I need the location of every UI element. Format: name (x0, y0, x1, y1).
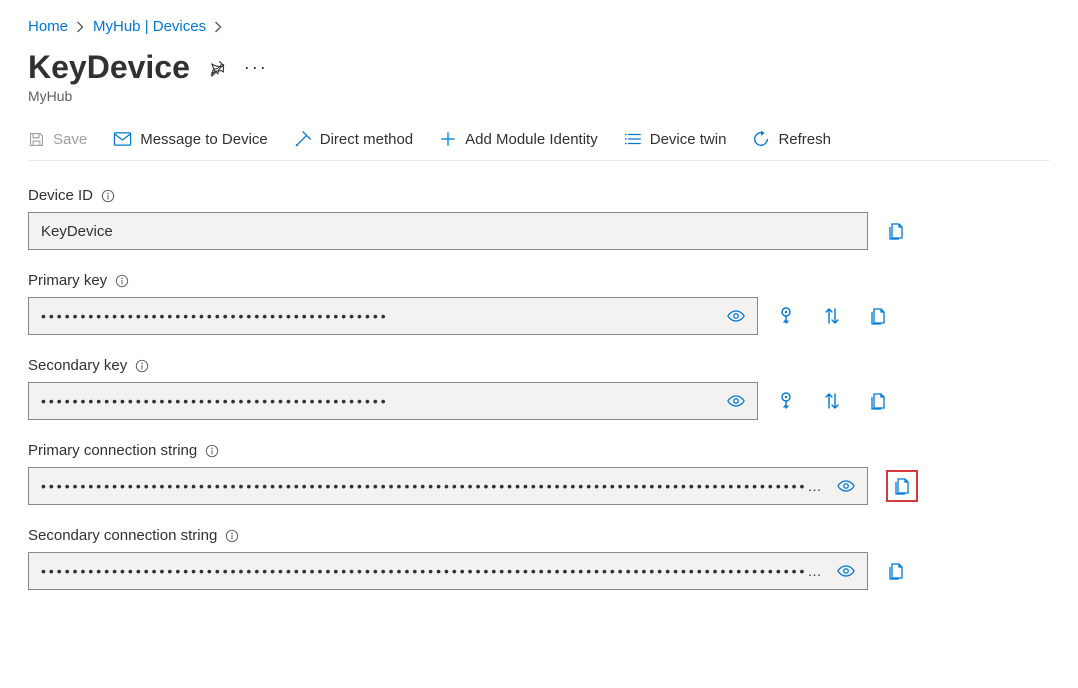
primary-key-label: Primary key (28, 272, 107, 289)
info-icon[interactable] (115, 274, 129, 288)
secondary-connection-string-field: Secondary connection string ••••••••••••… (28, 527, 948, 590)
direct-method-label: Direct method (320, 131, 413, 148)
pin-icon[interactable] (208, 59, 226, 77)
device-twin-button[interactable]: Device twin (624, 131, 727, 148)
info-icon[interactable] (205, 444, 219, 458)
breadcrumb-hub-devices[interactable]: MyHub | Devices (93, 18, 206, 35)
copy-icon[interactable] (886, 561, 906, 581)
secondary-cs-input[interactable]: ••••••••••••••••••••••••••••••••••••••••… (28, 552, 868, 590)
add-module-identity-button[interactable]: Add Module Identity (439, 130, 598, 148)
primary-cs-value: ••••••••••••••••••••••••••••••••••••••••… (41, 479, 829, 493)
highlighted-copy-button (886, 470, 918, 502)
device-id-value: KeyDevice (41, 223, 855, 240)
breadcrumb: Home MyHub | Devices (28, 18, 1050, 35)
show-icon[interactable] (837, 564, 855, 578)
primary-cs-input[interactable]: ••••••••••••••••••••••••••••••••••••••••… (28, 467, 868, 505)
show-icon[interactable] (727, 309, 745, 323)
breadcrumb-home[interactable]: Home (28, 18, 68, 35)
info-icon[interactable] (101, 189, 115, 203)
message-label: Message to Device (140, 131, 268, 148)
secondary-key-value: ••••••••••••••••••••••••••••••••••••••••… (41, 394, 719, 408)
swap-icon[interactable] (822, 306, 842, 326)
save-label: Save (53, 131, 87, 148)
save-icon (28, 131, 45, 148)
copy-icon[interactable] (892, 476, 912, 496)
info-icon[interactable] (225, 529, 239, 543)
secondary-key-input[interactable]: ••••••••••••••••••••••••••••••••••••••••… (28, 382, 758, 420)
chevron-right-icon (76, 21, 85, 33)
page-subtitle: MyHub (28, 88, 1050, 104)
primary-key-value: ••••••••••••••••••••••••••••••••••••••••… (41, 309, 719, 323)
regenerate-icon[interactable] (776, 306, 796, 326)
info-icon[interactable] (135, 359, 149, 373)
page-title: KeyDevice (28, 49, 190, 86)
plus-icon (439, 130, 457, 148)
more-icon[interactable]: ··· (244, 57, 268, 78)
copy-icon[interactable] (868, 391, 888, 411)
primary-cs-label: Primary connection string (28, 442, 197, 459)
copy-icon[interactable] (886, 221, 906, 241)
copy-icon[interactable] (868, 306, 888, 326)
refresh-label: Refresh (778, 131, 831, 148)
primary-connection-string-field: Primary connection string ••••••••••••••… (28, 442, 948, 505)
secondary-key-field: Secondary key ••••••••••••••••••••••••••… (28, 357, 948, 420)
device-twin-label: Device twin (650, 131, 727, 148)
message-to-device-button[interactable]: Message to Device (113, 131, 268, 148)
device-id-label: Device ID (28, 187, 93, 204)
show-icon[interactable] (727, 394, 745, 408)
show-icon[interactable] (837, 479, 855, 493)
toolbar: Save Message to Device Direct method Add… (28, 122, 1050, 161)
mail-icon (113, 131, 132, 147)
secondary-cs-label: Secondary connection string (28, 527, 217, 544)
chevron-right-icon (214, 21, 223, 33)
direct-method-icon (294, 130, 312, 148)
regenerate-icon[interactable] (776, 391, 796, 411)
refresh-icon (752, 130, 770, 148)
secondary-cs-value: ••••••••••••••••••••••••••••••••••••••••… (41, 564, 829, 578)
secondary-key-label: Secondary key (28, 357, 127, 374)
primary-key-field: Primary key ••••••••••••••••••••••••••••… (28, 272, 948, 335)
save-button: Save (28, 131, 87, 148)
device-id-input[interactable]: KeyDevice (28, 212, 868, 250)
direct-method-button[interactable]: Direct method (294, 130, 413, 148)
refresh-button[interactable]: Refresh (752, 130, 831, 148)
list-icon (624, 131, 642, 147)
device-id-field: Device ID KeyDevice (28, 187, 948, 250)
add-module-label: Add Module Identity (465, 131, 598, 148)
primary-key-input[interactable]: ••••••••••••••••••••••••••••••••••••••••… (28, 297, 758, 335)
swap-icon[interactable] (822, 391, 842, 411)
